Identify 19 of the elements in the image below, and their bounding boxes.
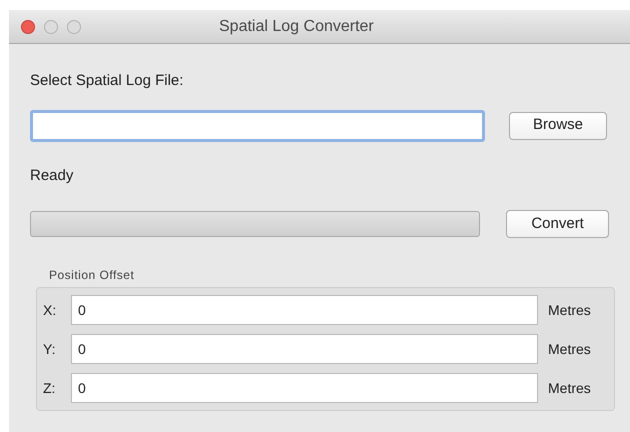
minimize-button[interactable] xyxy=(44,20,58,34)
zoom-button[interactable] xyxy=(67,20,81,34)
axis-label: X: xyxy=(43,300,58,320)
browse-button[interactable]: Browse xyxy=(509,112,607,140)
axis-label: Z: xyxy=(43,378,56,398)
unit-label: Metres xyxy=(548,340,591,358)
unit-label: Metres xyxy=(548,378,591,398)
offset-field[interactable]: 0 xyxy=(71,373,538,403)
close-button[interactable] xyxy=(21,20,35,34)
window-title: Spatial Log Converter xyxy=(219,16,374,36)
offset-field[interactable]: 0 xyxy=(71,334,538,364)
group-title: Position Offset xyxy=(49,267,136,284)
unit-label: Metres xyxy=(548,300,591,320)
file-path-field[interactable] xyxy=(30,110,485,142)
status-text: Ready xyxy=(30,166,74,186)
offset-field[interactable]: 0 xyxy=(71,295,538,325)
file-label: Select Spatial Log File: xyxy=(30,71,184,91)
axis-label: Y: xyxy=(43,340,56,358)
convert-button[interactable]: Convert xyxy=(506,210,609,238)
